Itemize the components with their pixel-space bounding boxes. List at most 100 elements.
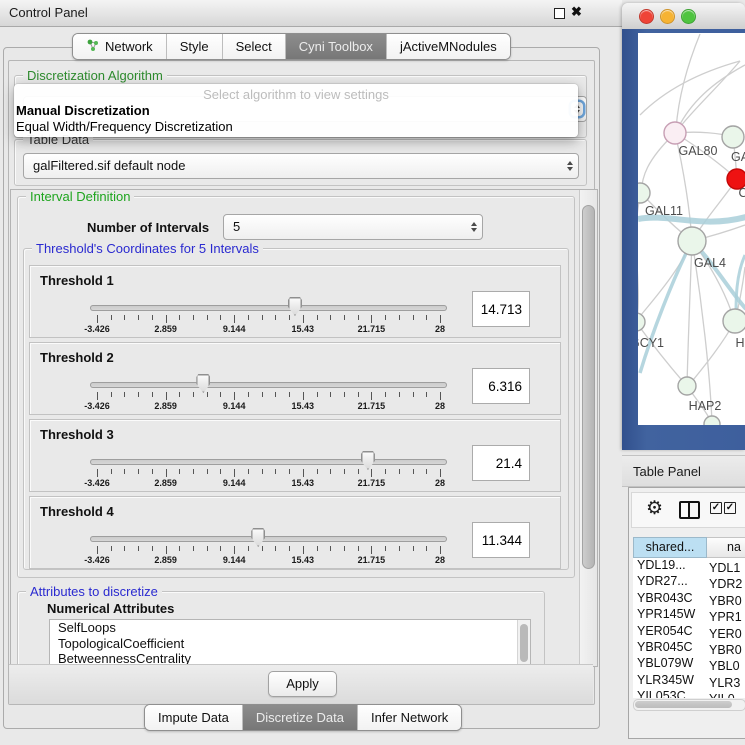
slider-handle[interactable] [361,451,375,470]
panel-scrollbar[interactable] [579,190,597,666]
attribute-item[interactable]: SelfLoops [50,620,530,636]
slider-tick [317,469,318,474]
slider-track[interactable] [90,305,447,311]
table-row[interactable]: YBR045CYBR0 [633,640,745,656]
column-header-shared-name[interactable]: shared... [633,537,707,558]
slider-tick [344,315,345,320]
table-row[interactable]: YBL079WYBL0 [633,656,745,672]
tab-label: Infer Network [371,710,448,725]
algorithm-option-equal-width[interactable]: Equal Width/Frequency Discretization [16,119,233,134]
slider-tick [262,469,263,474]
threshold-label: Threshold 1 [40,273,114,288]
slider-tick-label: -3.426 [69,555,125,565]
table-row[interactable]: YER054CYER0 [633,624,745,640]
table-row[interactable]: YDR27...YDR2 [633,574,745,590]
attributes-scrollbar[interactable] [517,620,530,667]
interval-group-title: Interval Definition [26,189,134,204]
panel-scrollbar-thumb[interactable] [582,205,595,569]
algorithm-option-manual[interactable]: Manual Discretization [16,103,150,118]
tab-network[interactable]: Network [73,34,166,59]
slider-track[interactable] [90,382,447,388]
table-data-combobox[interactable]: galFiltered.sif default node [23,153,579,179]
network-node-green[interactable] [722,126,744,148]
slider-tick [358,392,359,397]
slider-tick [303,469,304,477]
slider-tick [152,315,153,320]
network-icon [86,39,105,55]
tab-label: Discretize Data [256,710,344,725]
attributes-scrollbar-thumb[interactable] [520,624,528,662]
network-node-green[interactable] [704,416,720,425]
network-node-green[interactable] [678,227,706,255]
network-node-green[interactable] [678,377,696,395]
tab-discretize-data[interactable]: Discretize Data [242,705,357,730]
slider-tick [220,392,221,397]
tab-infer-network[interactable]: Infer Network [357,705,461,730]
slider-tick-label: 21.715 [343,555,399,565]
chevron-up-icon [567,161,573,165]
table-row[interactable]: YLR345WYLR3 [633,673,745,689]
slider-tick [303,315,304,323]
table-data-group: Table Data galFiltered.sif default node [14,139,587,186]
slider-handle[interactable] [288,297,302,316]
float-window-icon[interactable] [554,8,565,19]
node-label: GA [731,150,745,164]
tab-label: jActiveMNodules [400,39,497,54]
num-intervals-combobox[interactable]: 5 [223,214,483,240]
network-canvas[interactable]: GAL80GACGAL11GAL4GCY1HHAP2 [638,33,745,425]
slider-tick-label: 28 [412,555,468,565]
table-data-combo-stepper[interactable] [567,161,573,171]
node-label: GCY1 [638,336,664,350]
checkbox-checked-icon[interactable]: ✓ [710,502,722,514]
table-row[interactable]: YIL053CYIL0 [633,689,745,698]
close-traffic-light[interactable] [639,9,654,24]
tab-jactivemnodules[interactable]: jActiveMNodules [386,34,510,59]
table-hscrollbar[interactable] [633,699,745,711]
slider-handle[interactable] [196,374,210,393]
table-row[interactable]: YDL19...YDL1 [633,558,745,574]
network-node-pink[interactable] [664,122,686,144]
slider-tick-label: -3.426 [69,478,125,488]
table-row[interactable]: YPR145WYPR1 [633,607,745,623]
table-hscrollbar-thumb[interactable] [635,701,732,708]
tab-style[interactable]: Style [166,34,222,59]
slider-track[interactable] [90,459,447,465]
attribute-item[interactable]: TopologicalCoefficient [50,636,530,652]
threshold-value-field[interactable] [472,368,530,404]
threshold-value-field[interactable] [472,445,530,481]
threshold-panel-1: Threshold 1-3.4262.8599.14415.4321.71528 [29,265,561,338]
minimize-traffic-light[interactable] [660,9,675,24]
table-header-row: shared... na [633,537,745,558]
table-row[interactable]: YBR043CYBR0 [633,591,745,607]
slider-tick [440,546,441,554]
tab-select[interactable]: Select [222,34,285,59]
tab-label: Select [236,39,272,54]
slider-tick [193,546,194,551]
slider-tick [440,392,441,400]
slider-tick-label: 15.43 [275,478,331,488]
numerical-attributes-list[interactable]: SelfLoopsTopologicalCoefficientBetweenne… [49,619,531,667]
threshold-value-field[interactable] [472,522,530,558]
network-node-green[interactable] [723,309,745,333]
slider-track[interactable] [90,536,447,542]
thresholds-group-title: Threshold's Coordinates for 5 Intervals [32,241,263,256]
checkbox-checked-icon[interactable]: ✓ [724,502,736,514]
apply-button[interactable]: Apply [268,671,337,697]
slider-tick [124,546,125,551]
zoom-traffic-light[interactable] [681,9,696,24]
network-node-green[interactable] [638,313,645,331]
cell-shared-name: YER054C [633,624,709,638]
close-icon[interactable]: ✖ [571,4,582,20]
num-intervals-stepper[interactable] [471,222,477,232]
columns-icon[interactable] [679,501,700,519]
tab-impute-data[interactable]: Impute Data [145,705,242,730]
column-header-name[interactable]: na [707,537,745,558]
slider-tick [193,315,194,320]
slider-tick [275,546,276,551]
slider-handle[interactable] [251,528,265,547]
tab-cyni-toolbox[interactable]: Cyni Toolbox [285,34,386,59]
gear-icon[interactable]: ⚙ [646,497,663,521]
threshold-value-field[interactable] [472,291,530,327]
slider-tick-label: -3.426 [69,401,125,411]
slider-tick [124,315,125,320]
